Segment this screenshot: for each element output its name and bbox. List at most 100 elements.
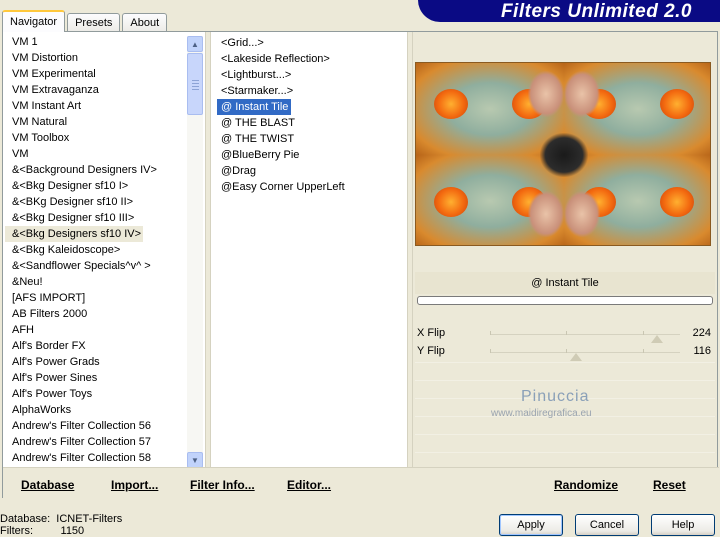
param-label: Y Flip — [417, 345, 445, 357]
empty-param-row — [415, 434, 715, 451]
param-label: X Flip — [417, 327, 446, 339]
category-item[interactable]: AB Filters 2000 — [5, 306, 186, 322]
category-item[interactable]: Alf's Power Toys — [5, 386, 186, 402]
reset-button[interactable]: Reset — [653, 478, 686, 492]
slider-tick — [566, 349, 567, 353]
param-y-flip[interactable]: Y Flip 116 — [415, 344, 715, 361]
slider-thumb[interactable] — [570, 353, 583, 361]
scroll-down-button[interactable]: ▼ — [187, 452, 203, 468]
category-item[interactable]: Alf's Border FX — [5, 338, 186, 354]
filter-item[interactable]: @Drag — [217, 163, 407, 179]
category-item[interactable]: VM Experimental — [5, 66, 186, 82]
param-x-flip[interactable]: X Flip 224 — [415, 326, 715, 343]
chevron-up-icon: ▲ — [191, 39, 199, 49]
flower-shape — [434, 89, 468, 119]
progress-bar — [417, 296, 713, 305]
title-banner: Filters Unlimited 2.0 — [418, 0, 720, 22]
watermark-url: www.maidiregrafica.eu — [491, 408, 592, 419]
category-item[interactable]: Andrew's Filter Collection 56 — [5, 418, 186, 434]
category-item[interactable]: Andrew's Filter Collection 58 — [5, 450, 186, 466]
status-database-label: Database: — [0, 513, 51, 525]
grip-line — [192, 86, 199, 87]
category-item[interactable]: VM Instant Art — [5, 98, 186, 114]
scroll-thumb[interactable] — [187, 53, 203, 115]
figure-shape — [528, 71, 564, 117]
category-item[interactable]: &<Bkg Designer sf10 I> — [5, 178, 186, 194]
randomize-button[interactable]: Randomize — [554, 478, 618, 492]
slider-tick — [643, 349, 644, 353]
filter-item[interactable]: <Lightburst...> — [217, 67, 407, 83]
cancel-button[interactable]: Cancel — [575, 514, 639, 536]
filter-list[interactable]: <Grid...> <Lakeside Reflection> <Lightburs… — [217, 35, 407, 195]
status-database-value: ICNET-Filters — [56, 513, 123, 525]
category-item[interactable]: VM Distortion — [5, 50, 186, 66]
editor-button[interactable]: Editor... — [287, 478, 331, 492]
filter-item[interactable]: @Easy Corner UpperLeft — [217, 179, 407, 195]
category-item[interactable]: Alf's Power Sines — [5, 370, 186, 386]
watermark-name: Pinuccia — [521, 388, 590, 405]
flower-shape — [660, 187, 694, 217]
category-item[interactable]: &Neu! — [5, 274, 186, 290]
slider-tick — [490, 331, 491, 335]
flower-shape — [660, 89, 694, 119]
category-item[interactable]: [AFS IMPORT] — [5, 290, 186, 306]
bottom-toolbar: Database Import... Filter Info... Editor… — [3, 467, 719, 498]
category-item[interactable]: &<Bkg Kaleidoscope> — [5, 242, 186, 258]
figure-shape — [564, 71, 600, 117]
category-item[interactable]: VM Natural — [5, 114, 186, 130]
filter-item[interactable]: @ THE TWIST — [217, 131, 407, 147]
status-filters-label: Filters: — [0, 525, 33, 537]
category-item[interactable]: VM Extravaganza — [5, 82, 186, 98]
database-button[interactable]: Database — [21, 478, 74, 492]
filter-item[interactable]: @BlueBerry Pie — [217, 147, 407, 163]
slider-thumb[interactable] — [650, 335, 663, 343]
scroll-up-button[interactable]: ▲ — [187, 36, 203, 52]
flower-shape — [434, 187, 468, 217]
apply-button[interactable]: Apply — [499, 514, 563, 536]
status-database: Database: ICNET-Filters — [0, 513, 122, 525]
app-title: Filters Unlimited 2.0 — [500, 1, 692, 22]
filter-item[interactable]: <Lakeside Reflection> — [217, 51, 407, 67]
category-item[interactable]: &<Sandflower Specials^v^ > — [5, 258, 186, 274]
category-item[interactable]: AlphaWorks — [5, 402, 186, 418]
param-value: 224 — [692, 327, 711, 339]
filter-item[interactable]: <Grid...> — [217, 35, 407, 51]
param-value: 116 — [693, 345, 711, 357]
slider-track[interactable] — [490, 352, 680, 353]
slider-tick — [490, 349, 491, 353]
status-area: Database: ICNET-Filters Filters: 1150 — [0, 513, 122, 537]
filter-info-button[interactable]: Filter Info... — [190, 478, 255, 492]
category-item[interactable]: Alf's Power Grads — [5, 354, 186, 370]
tab-about[interactable]: About — [122, 13, 168, 32]
category-item[interactable]: &<Bkg Designer sf10 III> — [5, 210, 186, 226]
category-item[interactable]: AFH — [5, 322, 186, 338]
tab-navigator[interactable]: Navigator — [2, 10, 66, 32]
category-scrollbar[interactable]: ▲ ▼ — [187, 36, 203, 468]
figure-shape — [564, 191, 600, 237]
empty-param-row — [415, 362, 715, 379]
category-item[interactable]: &<Bkg Designers sf10 IV> — [5, 226, 143, 242]
current-filter-label: @ Instant Tile — [415, 272, 715, 294]
category-item[interactable]: Andrew's Filter Collection 57 — [5, 434, 186, 450]
category-item[interactable]: VM — [5, 146, 186, 162]
grip-line — [192, 80, 199, 81]
preview-pane: @ Instant Tile X Flip 224 Y Flip 116 Pin… — [413, 32, 717, 497]
status-filters-value: 1150 — [60, 525, 85, 537]
filter-item[interactable]: @ THE BLAST — [217, 115, 407, 131]
chevron-down-icon: ▼ — [191, 455, 199, 465]
filter-item[interactable]: @ Instant Tile — [217, 99, 291, 115]
category-item[interactable]: VM 1 — [5, 34, 186, 50]
tab-presets[interactable]: Presets — [67, 13, 121, 32]
preview-image — [415, 62, 711, 246]
category-list[interactable]: VM 1 VM Distortion VM Experimental VM Extra… — [5, 34, 186, 467]
import-button[interactable]: Import... — [111, 478, 158, 492]
category-item[interactable]: &<Background Designers IV> — [5, 162, 186, 178]
pane-divider[interactable] — [205, 32, 211, 467]
navigator-panel: VM 1 VM Distortion VM Experimental VM Extra… — [2, 31, 719, 498]
help-button[interactable]: Help — [651, 514, 715, 536]
category-item[interactable]: &<BKg Designer sf10 II> — [5, 194, 186, 210]
center-ornament — [540, 133, 588, 177]
filter-item[interactable]: <Starmaker...> — [217, 83, 407, 99]
status-filters: Filters: 1150 — [0, 525, 122, 537]
category-item[interactable]: VM Toolbox — [5, 130, 186, 146]
